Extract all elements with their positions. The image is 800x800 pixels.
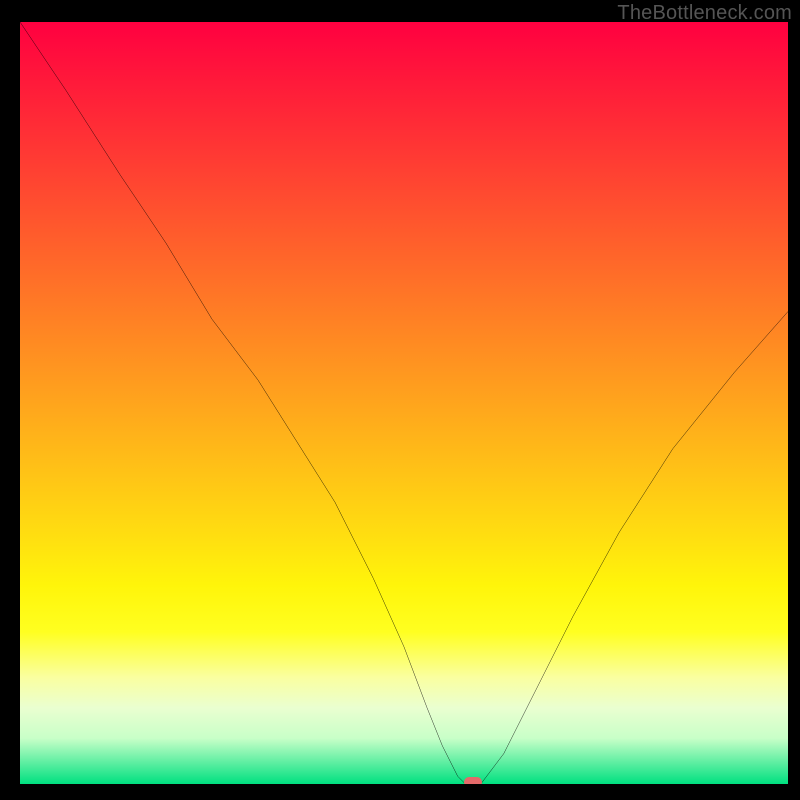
optimal-marker (464, 777, 482, 784)
chart-frame: TheBottleneck.com (0, 0, 800, 800)
plot-area (20, 22, 788, 784)
bottleneck-curve (20, 22, 788, 784)
